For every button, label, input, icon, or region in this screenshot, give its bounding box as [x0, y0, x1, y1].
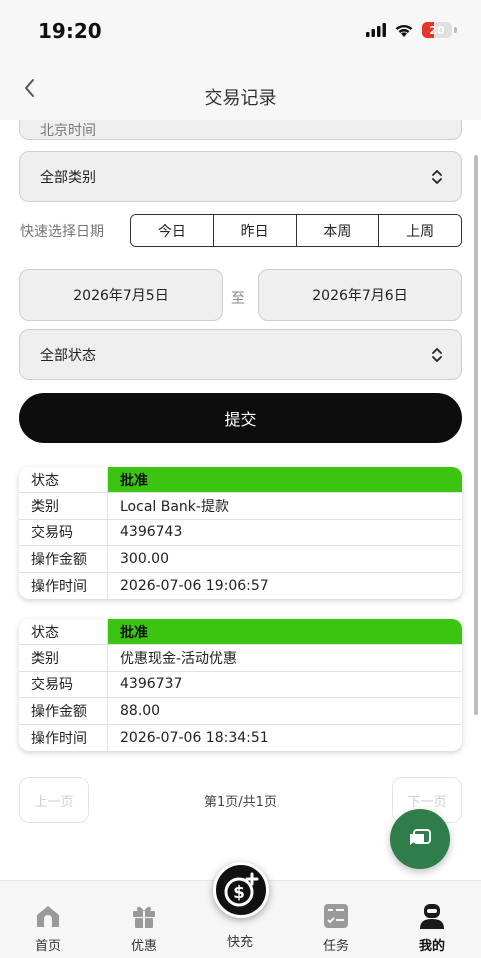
quick-last-week-button[interactable]: 上周	[379, 215, 461, 246]
record-row-code: 交易码 4396743	[19, 519, 462, 547]
dollar-plus-icon: $	[224, 872, 259, 907]
record-time: 2026-07-06 18:34:51	[120, 729, 269, 746]
timezone-select[interactable]: 北京时间	[19, 120, 462, 140]
tab-label: 快充	[226, 935, 253, 950]
record-key: 交易码	[19, 671, 108, 698]
record-time: 2026-07-06 19:06:57	[120, 577, 269, 594]
battery-cap	[454, 27, 457, 33]
quick-yesterday-button[interactable]: 昨日	[213, 215, 297, 246]
record-code: 4396743	[120, 524, 183, 541]
battery-icon: 20	[422, 22, 452, 38]
record-key: 操作时间	[19, 572, 108, 599]
record-key: 交易码	[19, 519, 108, 546]
date-to-picker[interactable]: 2026年7月6日	[258, 269, 462, 321]
gift-icon	[133, 906, 155, 928]
category-select[interactable]: 全部类别	[19, 151, 462, 202]
quick-today-button[interactable]: 今日	[131, 215, 214, 246]
date-from-picker[interactable]: 2026年7月5日	[19, 269, 223, 321]
quick-date-group: 今日 昨日 本周 上周	[130, 214, 462, 247]
content-area: 北京时间 全部类别 快速选择日期 今日 昨日 本周 上周 2026年7月5日 至…	[0, 120, 481, 880]
record-key: 类别	[19, 645, 108, 671]
record-amount: 88.00	[120, 702, 161, 719]
signal-icon	[366, 23, 386, 37]
tab-label: 我的	[418, 939, 445, 954]
record-key: 操作金额	[19, 698, 108, 724]
record-row-time: 操作时间 2026-07-06 19:06:57	[19, 572, 462, 599]
record-row-status: 状态 批准	[19, 619, 462, 646]
status-select[interactable]: 全部状态	[19, 329, 462, 380]
updown-chevron-icon	[432, 169, 442, 184]
tab-label: 优惠	[130, 939, 157, 954]
task-list-icon	[324, 904, 348, 928]
status-value: 全部状态	[40, 347, 96, 364]
tab-home[interactable]: 首页	[8, 881, 88, 958]
tab-mine[interactable]: 我的	[392, 881, 472, 958]
record-amount: 300.00	[120, 550, 169, 567]
record-card: 状态 批准 类别 优惠现金-活动优惠 交易码 4396737 操作金额 88.0…	[19, 619, 462, 751]
record-category: 优惠现金-活动优惠	[120, 651, 238, 668]
record-row-amount: 操作金额 88.00	[19, 698, 462, 725]
record-key: 操作时间	[19, 724, 108, 751]
date-separator: 至	[231, 291, 245, 307]
status-icons: 20	[366, 22, 457, 38]
record-key: 状态	[19, 467, 108, 493]
quick-date-label: 快速选择日期	[20, 224, 104, 240]
profile-icon	[420, 904, 444, 929]
record-key: 状态	[19, 619, 108, 645]
record-row-category: 类别 Local Bank-提款	[19, 493, 462, 520]
page-title: 交易记录	[204, 88, 277, 109]
scrollbar[interactable]	[474, 155, 478, 715]
tab-tasks[interactable]: 任务	[296, 881, 376, 958]
record-row-code: 交易码 4396737	[19, 671, 462, 699]
quick-charge-button[interactable]: $	[213, 862, 269, 918]
record-status-badge: 批准	[108, 467, 462, 493]
timezone-value: 北京时间	[40, 123, 96, 139]
status-bar: 19:20 20	[0, 0, 481, 62]
record-row-status: 状态 批准	[19, 467, 462, 494]
tab-label: 首页	[34, 939, 61, 954]
updown-chevron-icon	[432, 347, 442, 362]
nav-bar: 交易记录	[0, 62, 481, 120]
record-row-category: 类别 优惠现金-活动优惠	[19, 645, 462, 672]
record-row-time: 操作时间 2026-07-06 18:34:51	[19, 724, 462, 751]
record-code: 4396737	[120, 676, 183, 693]
tab-promo[interactable]: 优惠	[104, 881, 184, 958]
record-card: 状态 批准 类别 Local Bank-提款 交易码 4396743 操作金额 …	[19, 467, 462, 599]
record-category: Local Bank-提款	[120, 499, 229, 516]
wifi-icon	[395, 24, 413, 37]
record-status-badge: 批准	[108, 619, 462, 645]
chat-icon	[410, 829, 431, 845]
submit-button[interactable]: 提交	[19, 393, 462, 443]
svg-text:$: $	[233, 883, 245, 903]
quick-this-week-button[interactable]: 本周	[296, 215, 380, 246]
tab-label: 任务	[322, 939, 349, 954]
category-value: 全部类别	[40, 169, 96, 186]
chat-fab-button[interactable]	[390, 809, 450, 869]
battery-level: 20	[429, 23, 445, 37]
home-icon	[37, 906, 59, 927]
clock: 19:20	[38, 19, 102, 43]
record-row-amount: 操作金额 300.00	[19, 546, 462, 573]
record-key: 类别	[19, 493, 108, 519]
record-key: 操作金额	[19, 546, 108, 572]
